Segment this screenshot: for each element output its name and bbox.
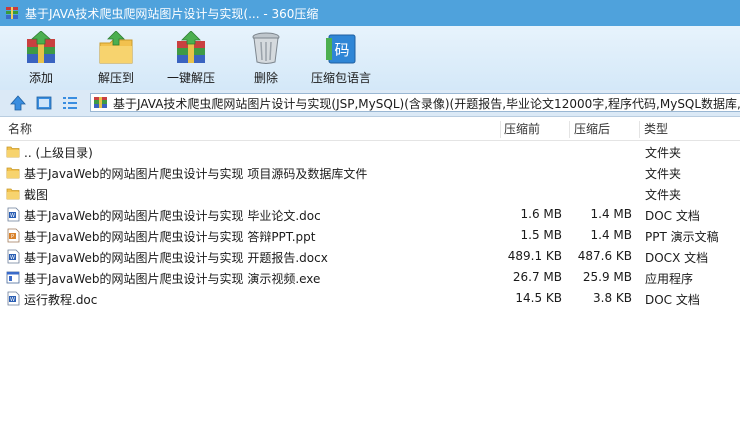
file-name: 截图 bbox=[24, 188, 49, 202]
column-header: 名称 压缩前 压缩后 类型 bbox=[0, 119, 740, 141]
word-document-icon: W bbox=[7, 207, 20, 222]
column-divider[interactable] bbox=[639, 121, 640, 138]
file-list: .. (上级目录) 文件夹 基于JavaWeb的网站图片爬虫设计与实现 项目源码及数… bbox=[0, 141, 740, 309]
size-before: 26.7 MB bbox=[512, 270, 562, 284]
size-after: 1.4 MB bbox=[590, 207, 632, 221]
column-type[interactable]: 类型 bbox=[644, 119, 668, 140]
folder-row[interactable]: 基于JavaWeb的网站图片爬虫设计与实现 项目源码及数据库文件 文件夹 bbox=[0, 162, 740, 183]
svg-text:W: W bbox=[10, 213, 15, 219]
file-name: 基于JavaWeb的网站图片爬虫设计与实现 项目源码及数据库文件 bbox=[24, 167, 368, 181]
add-button[interactable]: 添加 bbox=[9, 26, 73, 90]
file-type: DOCX 文档 bbox=[645, 251, 709, 265]
add-label: 添加 bbox=[28, 71, 53, 85]
list-view-icon[interactable] bbox=[61, 94, 79, 112]
path-text: 基于JAVA技术爬虫爬网站图片设计与实现(JSP,MySQL)(含录像)(开题报… bbox=[113, 97, 740, 111]
column-divider[interactable] bbox=[500, 121, 501, 138]
size-before: 1.6 MB bbox=[520, 207, 562, 221]
file-type: 文件夹 bbox=[645, 188, 682, 202]
folder-row[interactable]: 截图 文件夹 bbox=[0, 183, 740, 204]
folder-icon bbox=[6, 146, 20, 158]
file-row[interactable]: 基于JavaWeb的网站图片爬虫设计与实现 演示视频.exe 26.7 MB 25.… bbox=[0, 267, 740, 288]
file-name: 运行教程.doc bbox=[24, 293, 98, 307]
folder-row[interactable]: .. (上级目录) 文件夹 bbox=[0, 141, 740, 162]
one-click-extract-icon bbox=[177, 31, 205, 63]
add-books-icon bbox=[27, 31, 55, 63]
file-type: 文件夹 bbox=[645, 146, 682, 160]
extract-to-label: 解压到 bbox=[97, 71, 134, 85]
archive-language-button[interactable]: 码 压缩包语言 bbox=[309, 26, 373, 90]
file-type: 应用程序 bbox=[645, 272, 694, 286]
toolbar: 添加 解压到 一键解压 删除 码 压缩包语言 bbox=[0, 26, 740, 90]
one-click-extract-button[interactable]: 一键解压 bbox=[159, 26, 223, 90]
column-compressed-before[interactable]: 压缩前 bbox=[504, 119, 540, 140]
application-exe-icon bbox=[6, 271, 20, 284]
window-title: 基于JAVA技术爬虫爬网站图片设计与实现(... - 360压缩 bbox=[25, 7, 319, 21]
file-row[interactable]: W 运行教程.doc 14.5 KB 3.8 KB DOC 文档 bbox=[0, 288, 740, 309]
svg-text:P: P bbox=[11, 234, 14, 240]
file-name: 基于JavaWeb的网站图片爬虫设计与实现 毕业论文.doc bbox=[24, 209, 321, 223]
file-row[interactable]: W 基于JavaWeb的网站图片爬虫设计与实现 毕业论文.doc 1.6 MB 1.4… bbox=[0, 204, 740, 225]
extract-to-button[interactable]: 解压到 bbox=[84, 26, 148, 90]
file-type: DOC 文档 bbox=[645, 293, 700, 307]
address-bar: 基于JAVA技术爬虫爬网站图片设计与实现(JSP,MySQL)(含录像)(开题报… bbox=[0, 90, 740, 117]
size-before: 489.1 KB bbox=[507, 249, 562, 263]
one-click-extract-label: 一键解压 bbox=[166, 71, 215, 85]
svg-text:W: W bbox=[10, 255, 15, 261]
svg-text:W: W bbox=[10, 297, 15, 303]
column-compressed-after[interactable]: 压缩后 bbox=[574, 119, 610, 140]
file-row[interactable]: W 基于JavaWeb的网站图片爬虫设计与实现 开题报告.docx 489.1 KB… bbox=[0, 246, 740, 267]
archive-language-icon: 码 bbox=[326, 34, 356, 64]
file-name: 基于JavaWeb的网站图片爬虫设计与实现 答辩PPT.ppt bbox=[24, 230, 316, 244]
file-name: .. (上级目录) bbox=[24, 146, 93, 160]
file-type: DOC 文档 bbox=[645, 209, 700, 223]
file-row[interactable]: P 基于JavaWeb的网站图片爬虫设计与实现 答辩PPT.ppt 1.5 MB 1.… bbox=[0, 225, 740, 246]
powerpoint-document-icon: P bbox=[7, 228, 20, 243]
file-type: PPT 演示文稿 bbox=[645, 230, 719, 244]
delete-button[interactable]: 删除 bbox=[234, 26, 298, 90]
up-level-icon[interactable] bbox=[9, 94, 27, 112]
extract-to-folder-icon bbox=[99, 31, 133, 64]
size-before: 14.5 KB bbox=[515, 291, 562, 305]
word-document-icon: W bbox=[7, 249, 20, 264]
thumbnail-view-icon[interactable] bbox=[35, 94, 53, 112]
360zip-app-icon bbox=[6, 7, 18, 19]
folder-icon bbox=[6, 167, 20, 179]
column-name[interactable]: 名称 bbox=[8, 119, 32, 140]
file-type: 文件夹 bbox=[645, 167, 682, 181]
size-after: 25.9 MB bbox=[582, 270, 632, 284]
language-glyph: 码 bbox=[334, 41, 349, 59]
title-bar: 基于JAVA技术爬虫爬网站图片设计与实现(... - 360压缩 bbox=[0, 0, 740, 26]
delete-label: 删除 bbox=[253, 71, 278, 85]
file-name: 基于JavaWeb的网站图片爬虫设计与实现 开题报告.docx bbox=[24, 251, 328, 265]
size-after: 1.4 MB bbox=[590, 228, 632, 242]
archive-language-label: 压缩包语言 bbox=[310, 71, 371, 85]
folder-icon bbox=[6, 188, 20, 200]
path-field[interactable]: 基于JAVA技术爬虫爬网站图片设计与实现(JSP,MySQL)(含录像)(开题报… bbox=[90, 93, 740, 112]
archive-icon bbox=[94, 97, 107, 108]
file-name: 基于JavaWeb的网站图片爬虫设计与实现 演示视频.exe bbox=[24, 272, 321, 286]
column-divider[interactable] bbox=[569, 121, 570, 138]
size-before: 1.5 MB bbox=[520, 228, 562, 242]
size-after: 3.8 KB bbox=[593, 291, 632, 305]
word-document-icon: W bbox=[7, 291, 20, 306]
size-after: 487.6 KB bbox=[577, 249, 632, 263]
trash-can-icon bbox=[252, 32, 280, 64]
